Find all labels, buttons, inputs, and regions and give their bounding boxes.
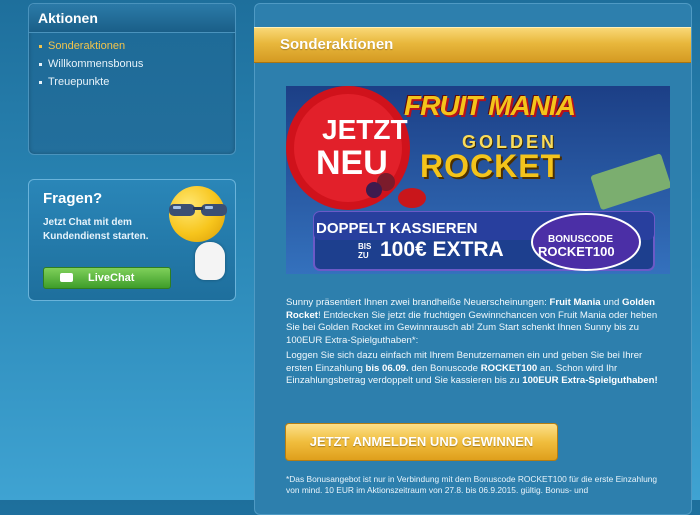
livechat-button[interactable]: LiveChat <box>43 267 171 289</box>
nav-item-treuepunkte[interactable]: Treuepunkte <box>29 73 235 91</box>
banner-fruit-mania: FRUIT MANIA <box>404 90 576 121</box>
nav-item-willkommensbonus[interactable]: Willkommensbonus <box>29 55 235 73</box>
banner-offer-line1: DOPPELT KASSIEREN <box>316 220 478 237</box>
aktionen-title: Aktionen <box>29 4 235 33</box>
p1-text-c: und <box>600 297 622 308</box>
p2-deadline: bis 06.09. <box>365 362 409 374</box>
aktionen-panel: Aktionen Sonderaktionen Willkommensbonus… <box>28 3 236 155</box>
nav-item-label: Sonderaktionen <box>48 40 126 52</box>
pointing-hand-icon <box>195 242 225 280</box>
nav-item-label: Treuepunkte <box>48 76 110 88</box>
chat-bubble-icon <box>60 273 73 282</box>
bullet-icon <box>39 62 42 66</box>
chat-promo-box: Fragen? Jetzt Chat mit dem Kundendienst … <box>28 179 236 301</box>
promo-banner[interactable]: JETZT NEU FRUIT MANIA GOLDEN ROCKET DOPP… <box>286 86 670 274</box>
p2-extra-amount: 100EUR Extra-Spielguthaben! <box>522 375 658 387</box>
p1-text-e: ! Entdecken Sie jetzt die fruchtigen Gew… <box>286 309 658 346</box>
banner-zu: ZU <box>358 251 369 260</box>
chat-description: Jetzt Chat mit dem Kundendienst starten. <box>43 217 149 242</box>
p1-text-a: Sunny präsentiert Ihnen zwei brandheiße … <box>286 297 550 308</box>
banner-code-value: ROCKET100 <box>538 244 615 259</box>
bullet-icon <box>39 44 42 48</box>
page-title: Sonderaktionen <box>280 36 394 53</box>
register-cta-button[interactable]: JETZT ANMELDEN UND GEWINNEN <box>285 423 558 461</box>
banner-rocket: ROCKET <box>420 148 562 184</box>
sunglasses-icon <box>169 204 227 216</box>
nav-item-label: Willkommensbonus <box>48 58 144 70</box>
banner-bis: BIS <box>358 242 372 251</box>
aktionen-nav: Sonderaktionen Willkommensbonus Treuepun… <box>29 37 235 91</box>
bullet-icon <box>39 80 42 84</box>
nav-item-sonderaktionen[interactable]: Sonderaktionen <box>29 37 235 55</box>
p1-fruit-mania: Fruit Mania <box>549 297 601 308</box>
instructions-paragraph: Loggen Sie sich dazu einfach mit Ihrem B… <box>286 350 670 388</box>
chat-title: Fragen? <box>43 190 103 207</box>
p2-text-c: den Bonuscode <box>408 362 481 374</box>
banner-bis-zu: BIS ZU <box>358 242 371 260</box>
p2-bonus-code: ROCKET100 <box>480 362 538 374</box>
banner-neu: NEU <box>316 144 388 182</box>
intro-paragraph: Sunny präsentiert Ihnen zwei brandheiße … <box>286 297 670 347</box>
banner-offer-line2: 100€ EXTRA <box>380 238 504 261</box>
livechat-label: LiveChat <box>88 272 135 284</box>
terms-fine-print: *Das Bonusangebot ist nur in Verbindung … <box>286 474 658 495</box>
section-title-bar: Sonderaktionen <box>254 27 691 63</box>
banner-jetzt: JETZT <box>322 114 408 145</box>
